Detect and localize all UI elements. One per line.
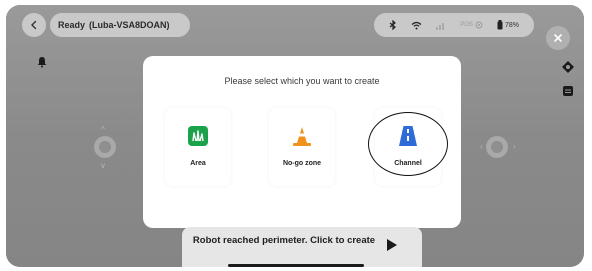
bell-icon [37, 57, 47, 68]
system-status-pill: POS 78% [374, 13, 534, 37]
option-label: No-go zone [282, 160, 322, 167]
joystick-knob [491, 141, 503, 153]
device-name: (Luba-VSA8DOAN) [89, 20, 170, 30]
highlight-circle [368, 112, 448, 176]
right-joystick[interactable] [486, 136, 508, 158]
create-hint-bar[interactable]: Robot reached perimeter. Click to create [182, 227, 422, 267]
chevron-right-icon: › [513, 142, 516, 151]
status-text: Ready [58, 20, 86, 30]
play-icon[interactable] [386, 238, 398, 252]
left-joystick[interactable] [94, 136, 116, 158]
back-button[interactable] [22, 13, 46, 37]
satellite-icon [475, 21, 483, 29]
device-status-pill: Ready (Luba-VSA8DOAN) [50, 13, 190, 37]
grass-area-icon [188, 126, 208, 146]
option-no-go-zone[interactable]: No-go zone [269, 108, 335, 186]
wifi-icon [411, 21, 422, 30]
layers-button[interactable] [561, 84, 575, 98]
close-icon [554, 34, 562, 42]
battery-indicator: 78% [497, 20, 519, 30]
layers-icon [563, 86, 573, 96]
traffic-cone-icon [293, 127, 311, 146]
option-label: Area [190, 160, 206, 167]
joystick-knob [99, 141, 111, 153]
bluetooth-icon [389, 20, 397, 30]
signal-icon [436, 21, 446, 30]
chevron-left-icon: ‹ [480, 142, 483, 151]
notification-button[interactable] [35, 55, 49, 69]
chevron-down-icon: v [101, 161, 105, 170]
locate-icon [562, 61, 574, 73]
chevron-left-icon [31, 20, 37, 30]
positioning-label: POS [460, 22, 473, 28]
locate-button[interactable] [560, 59, 576, 75]
battery-icon [497, 20, 503, 30]
chevron-up-icon: ^ [101, 125, 105, 134]
battery-level: 78% [504, 21, 519, 29]
close-button[interactable] [546, 26, 570, 50]
option-area[interactable]: Area [165, 108, 231, 186]
home-indicator [228, 264, 364, 267]
positioning-indicator: POS [460, 21, 483, 29]
dialog-title: Please select which you want to create [224, 76, 380, 86]
hint-text: Robot reached perimeter. Click to create [192, 235, 376, 246]
